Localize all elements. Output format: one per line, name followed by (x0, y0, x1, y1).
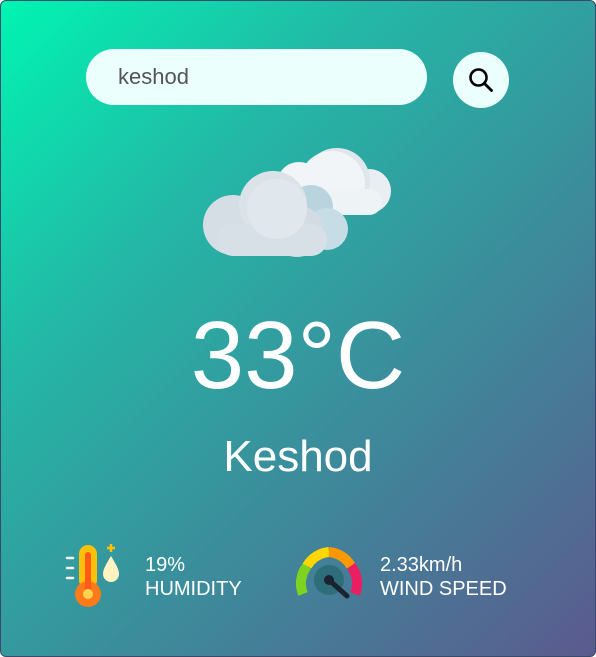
wind-speed-value: 2.33km/h (380, 554, 463, 576)
humidity-thermometer-icon (65, 544, 119, 607)
weather-card: 33°C Keshod 19% HUMIDITY (0, 0, 596, 657)
search-button[interactable] (453, 52, 509, 108)
search-icon (469, 68, 493, 92)
wind-speed-gauge-icon (295, 547, 363, 599)
city-name: Keshod (223, 432, 373, 481)
temperature-value: 33°C (190, 302, 406, 409)
cloud-icon (203, 148, 391, 257)
search-input[interactable] (118, 49, 418, 105)
humidity-value: 19% (145, 554, 186, 576)
search-field[interactable] (86, 49, 427, 105)
humidity-label: HUMIDITY (145, 578, 242, 600)
wind-speed-label: WIND SPEED (380, 578, 507, 600)
